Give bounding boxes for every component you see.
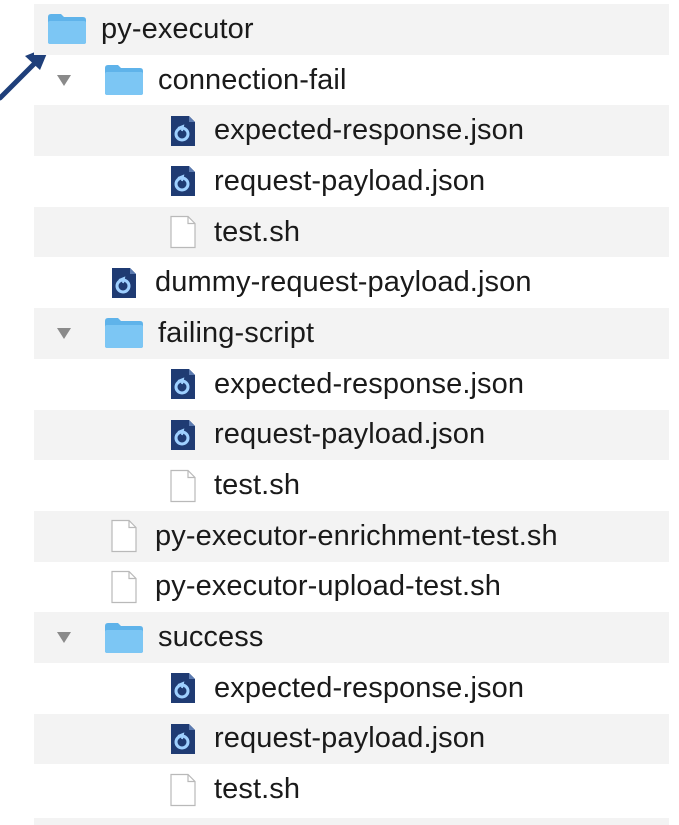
tree-row-file[interactable]: dummy-request-payload.json xyxy=(0,257,679,308)
tree-row-root[interactable]: py-executor xyxy=(0,4,679,55)
folder-icon xyxy=(104,317,144,349)
tree-item-label: success xyxy=(158,621,264,654)
tree-item-label: py-executor-upload-test.sh xyxy=(155,570,501,603)
tree-item-label: expected-response.json xyxy=(214,671,525,704)
tree-item-label: request-payload.json xyxy=(214,722,486,755)
tree-item-label: test.sh xyxy=(214,469,301,502)
generic-file-icon xyxy=(110,570,138,604)
tree-row-file[interactable]: test.sh xyxy=(0,460,679,511)
json-file-icon xyxy=(110,266,138,300)
tree-row-file[interactable]: py-executor-upload-test.sh xyxy=(0,562,679,613)
tree-row-folder[interactable]: connection-fail xyxy=(0,55,679,106)
tree-item-label: py-executor-enrichment-test.sh xyxy=(155,519,558,552)
json-file-icon xyxy=(169,114,197,148)
next-row-hint xyxy=(34,818,669,825)
generic-file-icon xyxy=(110,519,138,553)
tree-item-label: expected-response.json xyxy=(214,367,525,400)
json-file-icon xyxy=(169,164,197,198)
tree-item-label: connection-fail xyxy=(158,63,347,96)
tree-item-label: dummy-request-payload.json xyxy=(155,266,532,299)
folder-icon xyxy=(104,64,144,96)
generic-file-icon xyxy=(169,215,197,249)
tree-row-file[interactable]: request-payload.json xyxy=(0,156,679,207)
tree-item-label: test.sh xyxy=(214,773,301,806)
tree-item-label: failing-script xyxy=(158,316,315,349)
tree-item-label: expected-response.json xyxy=(214,114,525,147)
json-file-icon xyxy=(169,418,197,452)
generic-file-icon xyxy=(169,773,197,807)
tree-row-file[interactable]: request-payload.json xyxy=(0,409,679,461)
tree-row-folder[interactable]: success xyxy=(0,612,679,663)
file-tree: py-executor connection-fail expected-resp… xyxy=(0,4,679,815)
tree-row-file[interactable]: expected-response.json xyxy=(0,359,679,410)
tree-row-file[interactable]: test.sh xyxy=(0,764,679,815)
tree-row-file[interactable]: test.sh xyxy=(0,206,679,258)
tree-row-folder[interactable]: failing-script xyxy=(0,308,679,359)
json-file-icon xyxy=(169,671,197,705)
tree-row-file[interactable]: expected-response.json xyxy=(0,663,679,714)
tree-row-file[interactable]: py-executor-enrichment-test.sh xyxy=(0,510,679,562)
tree-row-file[interactable]: request-payload.json xyxy=(0,713,679,765)
tree-item-label: request-payload.json xyxy=(214,418,486,451)
json-file-icon xyxy=(169,722,197,756)
folder-icon xyxy=(47,13,87,45)
tree-item-label: request-payload.json xyxy=(214,164,486,197)
tree-row-file[interactable]: expected-response.json xyxy=(0,105,679,157)
generic-file-icon xyxy=(169,469,197,503)
tree-item-label: test.sh xyxy=(214,215,301,248)
folder-icon xyxy=(104,622,144,654)
tree-item-label: py-executor xyxy=(101,12,254,45)
json-file-icon xyxy=(169,367,197,401)
